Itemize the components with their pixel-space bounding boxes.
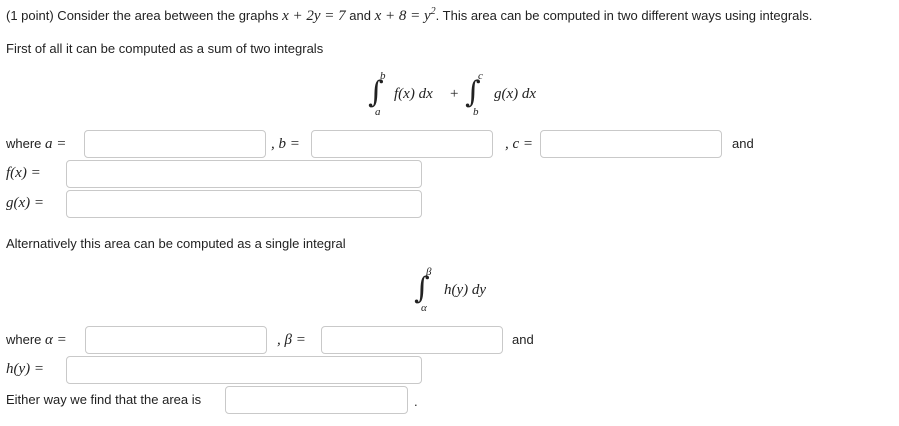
alpha-symbol: α =	[45, 332, 67, 348]
b-input[interactable]	[311, 130, 493, 158]
g-label: g(x) =	[6, 195, 45, 211]
integral-2-integrand: g(x) dx	[494, 86, 537, 102]
where-label: where	[6, 136, 42, 151]
c-input[interactable]	[540, 130, 722, 158]
f-label: f(x) =	[6, 165, 41, 181]
integral-2-lower-limit: b	[473, 106, 479, 118]
integral-sum-formula: ∫ b a f(x) dx + ∫ c b g(x) dx	[368, 70, 568, 120]
integral-2-upper-limit: c	[478, 70, 483, 82]
area-input[interactable]	[225, 386, 408, 414]
problem-prefix: (1 point) Consider the area between the …	[6, 8, 279, 23]
a-input[interactable]	[84, 130, 266, 158]
equation-2: x + 8 = y2	[374, 6, 436, 24]
f-input[interactable]	[66, 160, 422, 188]
integral-1-integrand: f(x) dx	[394, 86, 433, 102]
final-period: .	[414, 394, 418, 409]
problem-statement: (1 point) Consider the area between the …	[6, 6, 812, 25]
a-symbol: a =	[45, 136, 67, 152]
equation-2-base: x + 8 = y	[374, 8, 431, 24]
integral-sign-1: ∫	[368, 75, 384, 110]
h-input[interactable]	[66, 356, 422, 384]
alpha-input[interactable]	[85, 326, 267, 354]
a-label: where a =	[6, 136, 66, 153]
beta-input[interactable]	[321, 326, 503, 354]
part1-intro: First of all it can be computed as a sum…	[6, 41, 324, 56]
problem-and: and	[349, 8, 371, 23]
beta-label: , β =	[277, 332, 306, 348]
alpha-label: where α =	[6, 332, 67, 349]
c-label: , c =	[505, 136, 534, 152]
integral-sign-2: ∫	[465, 75, 481, 110]
where-label-2: where	[6, 332, 42, 347]
integral-sign-3: ∫	[414, 271, 430, 306]
integral-1-upper-limit: b	[380, 70, 386, 82]
and-label-2: and	[512, 332, 534, 347]
single-integral-formula: ∫ β α h(y) dy	[414, 266, 514, 316]
and-label-1: and	[732, 136, 754, 151]
integral-3-lower-limit: α	[421, 302, 427, 314]
final-text: Either way we find that the area is	[6, 392, 202, 407]
part2-intro: Alternatively this area can be computed …	[6, 236, 346, 251]
h-label: h(y) =	[6, 361, 45, 377]
b-label: , b =	[271, 136, 300, 152]
integral-3-upper-limit: β	[426, 266, 432, 278]
integral-3-integrand: h(y) dy	[444, 282, 487, 298]
plus-sign: +	[450, 86, 459, 102]
g-input[interactable]	[66, 190, 422, 218]
integral-1-lower-limit: a	[375, 106, 381, 118]
equation-1: x + 2y = 7	[282, 8, 346, 24]
problem-suffix: . This area can be computed in two diffe…	[435, 8, 813, 23]
